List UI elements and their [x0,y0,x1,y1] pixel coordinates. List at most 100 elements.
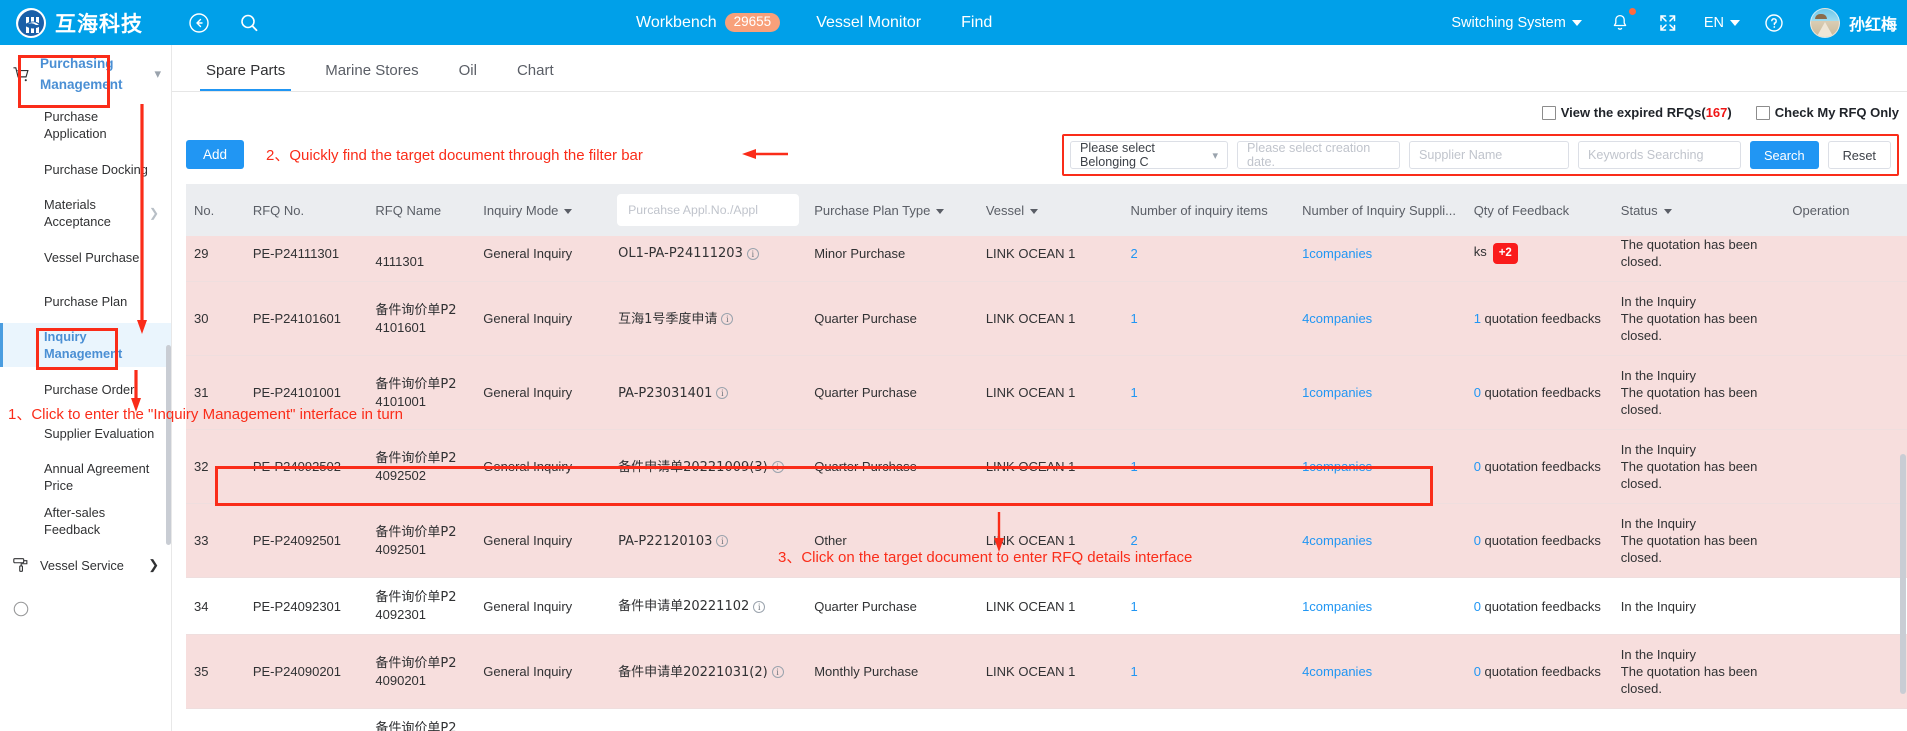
inquiry-items-link[interactable]: 2 [1130,533,1137,548]
info-icon[interactable]: i [716,387,729,400]
cell-number-of-inquiry-items[interactable]: 1 [1122,577,1295,635]
col-header-status[interactable]: Status [1612,184,1785,236]
inquiry-items-link[interactable]: 1 [1130,459,1137,474]
inquiry-suppliers-link[interactable]: 1companies [1302,459,1372,474]
table-row[interactable]: 30 PE-P24101601 备件询价单P2 4101601 General Inqu… [186,281,1907,356]
cell-number-of-inquiry-items[interactable]: 1 [1122,634,1295,709]
inquiry-suppliers-link[interactable]: 1companies [1302,385,1372,400]
cell-qty-of-feedback[interactable]: ks +2 [1465,236,1613,282]
qty-of-feedback-count[interactable]: 0 [1474,533,1481,548]
cell-purchase-appl[interactable]: OL1-PA-P24111203 i [610,236,807,282]
qty-of-feedback-count[interactable]: 0 [1474,664,1481,679]
sort-caret-icon[interactable] [936,208,945,214]
table-row[interactable]: 34 PE-P24092301 备件询价单P2 4092301 General Inqu… [186,577,1907,635]
inquiry-items-link[interactable]: 1 [1130,664,1137,679]
inquiry-items-link[interactable]: 2 [1130,246,1137,261]
checkbox-check-my-rfq-only[interactable]: Check My RFQ Only [1755,105,1899,120]
sidebar-item-supplier-evaluation[interactable]: Supplier Evaluation [0,411,171,455]
rfq-no-value[interactable]: PE-P24090201 [253,664,341,679]
fullscreen-icon[interactable] [1654,9,1682,37]
inquiry-suppliers-link[interactable]: 4companies [1302,664,1372,679]
cell-rfq-no[interactable]: PE-P24111301 [244,236,368,282]
cell-number-of-inquiry-suppliers[interactable]: 1companies [1294,355,1466,430]
cell-qty-of-feedback[interactable]: 1 quotation feedbacks [1465,281,1613,356]
sidebar-item-purchase-docking[interactable]: Purchase Docking [0,147,171,191]
sidebar-item-annual-agreement-price[interactable]: Annual Agreement Price [0,455,171,499]
cell-number-of-inquiry-items[interactable]: 2 [1122,503,1295,578]
nav-item-find[interactable]: Find [961,14,992,32]
sort-caret-icon[interactable] [564,208,573,214]
rfq-no-value[interactable]: PE-P24092501 [253,533,341,548]
back-arrow-icon[interactable] [185,9,213,37]
sidebar-item-purchase-order[interactable]: Purchase Order [0,367,171,411]
cell-rfq-no[interactable]: PE-P24090102 [244,708,368,731]
cell-number-of-inquiry-suppliers[interactable]: 4companies [1294,281,1466,356]
feedback-overflow-badge[interactable]: +2 [1492,242,1518,264]
switching-system-dropdown[interactable]: Switching System [1451,15,1582,31]
sidebar-item-purchase-plan[interactable]: Purchase Plan [0,279,171,323]
sidebar-item-purchase-application[interactable]: Purchase Application [0,103,171,147]
keywords-search-input[interactable]: Keywords Searching [1578,141,1742,169]
cell-qty-of-feedback[interactable]: 0 quotation feedbacks [1465,634,1613,709]
cell-number-of-inquiry-items[interactable]: 1 [1122,355,1295,430]
sort-caret-icon[interactable] [1030,208,1039,214]
sidebar-scrollbar[interactable] [166,345,171,545]
checkbox-box[interactable] [1541,105,1556,120]
qty-of-feedback-count[interactable]: 1 [1474,311,1481,326]
col-header-inquiry-mode[interactable]: Inquiry Mode [475,184,611,236]
cell-purchase-appl[interactable]: 备件申请单20221102 i [610,577,807,635]
reset-button[interactable]: Reset [1827,141,1891,169]
sidebar-item-vessel-purchase[interactable]: Vessel Purchase [0,235,171,279]
info-icon[interactable]: i [771,461,784,474]
cell-purchase-appl[interactable]: P1807040002i [610,708,807,731]
supplier-name-input[interactable]: Supplier Name [1409,141,1570,169]
table-row[interactable]: 31 PE-P24101001 备件询价单P2 4101001 General Inqu… [186,355,1907,430]
cell-rfq-no[interactable]: PE-P24092502 [244,429,368,504]
table-row[interactable]: 29 PE-P24111301 4111301 General Inquiry OL1-… [186,236,1907,282]
belonging-company-select[interactable]: Please select Belonging C ▾ [1070,141,1229,169]
tab-spare-parts[interactable]: Spare Parts [186,62,305,91]
cell-qty-of-feedback[interactable]: 0 quotation feedbacks [1465,708,1613,731]
tab-chart[interactable]: Chart [497,62,574,91]
rfq-no-value[interactable]: PE-P24092502 [253,459,341,474]
cell-purchase-appl[interactable]: 备件申请单20221031(2) i [610,634,807,709]
inquiry-items-link[interactable]: 1 [1130,599,1137,614]
qty-of-feedback-count[interactable]: 0 [1474,599,1481,614]
rfq-table-container[interactable]: No. RFQ No. RFQ Name Inquiry Mode Purcah… [186,184,1907,731]
info-icon[interactable]: i [746,247,759,260]
table-row[interactable]: 32 PE-P24092502 备件询价单P2 4092502 General Inqu… [186,429,1907,504]
rfq-no-value[interactable]: PE-P24101601 [253,311,341,326]
nav-item-workbench[interactable]: Workbench 29655 [636,13,781,32]
info-icon[interactable]: i [771,666,784,679]
qty-of-feedback-count[interactable]: 0 [1474,459,1481,474]
sidebar-item-materials-acceptance[interactable]: Materials Acceptance ❯ [0,191,171,235]
col-header-purchase-plan-type[interactable]: Purchase Plan Type [806,184,978,236]
nav-item-vessel-monitor[interactable]: Vessel Monitor [816,14,921,32]
sort-caret-icon[interactable] [1663,208,1672,214]
cell-purchase-appl[interactable]: 备件申请单20221009(3) i [610,429,807,504]
qty-of-feedback-count[interactable]: 0 [1474,385,1481,400]
cell-rfq-no[interactable]: PE-P24092301 [244,577,368,635]
inquiry-suppliers-link[interactable]: 4companies [1302,311,1372,326]
col-header-purchase-appl-filter[interactable]: Purcahse Appl.No./Appl [610,184,807,236]
cell-number-of-inquiry-suppliers[interactable]: 1companies [1294,708,1466,731]
scrollbar-thumb[interactable] [1900,454,1906,694]
cell-number-of-inquiry-items[interactable]: 1 [1122,429,1295,504]
inquiry-items-link[interactable]: 1 [1130,311,1137,326]
sidebar-item-inquiry-management[interactable]: Inquiry Management [0,323,171,367]
inquiry-items-link[interactable]: 1 [1130,385,1137,400]
table-row[interactable]: 33 PE-P24092501 备件询价单P2 4092501 General Inqu… [186,503,1907,578]
cell-qty-of-feedback[interactable]: 0 quotation feedbacks [1465,503,1613,578]
cell-number-of-inquiry-suppliers[interactable]: 4companies [1294,503,1466,578]
creation-date-input[interactable]: Please select creation date. [1237,141,1401,169]
inquiry-suppliers-link[interactable]: 1companies [1302,246,1372,261]
cell-rfq-no[interactable]: PE-P24101001 [244,355,368,430]
cell-number-of-inquiry-suppliers[interactable]: 1companies [1294,429,1466,504]
table-vertical-scrollbar[interactable] [1900,414,1906,731]
inquiry-suppliers-link[interactable]: 1companies [1302,599,1372,614]
sidebar-item-more[interactable] [0,587,171,631]
bell-icon[interactable] [1606,7,1636,37]
purchase-appl-filter-input[interactable]: Purcahse Appl.No./Appl [618,195,799,225]
sidebar-group-purchasing-management[interactable]: Purchasing Management ▾ [0,45,171,103]
brand-logo[interactable]: 互海科技 [16,7,143,38]
